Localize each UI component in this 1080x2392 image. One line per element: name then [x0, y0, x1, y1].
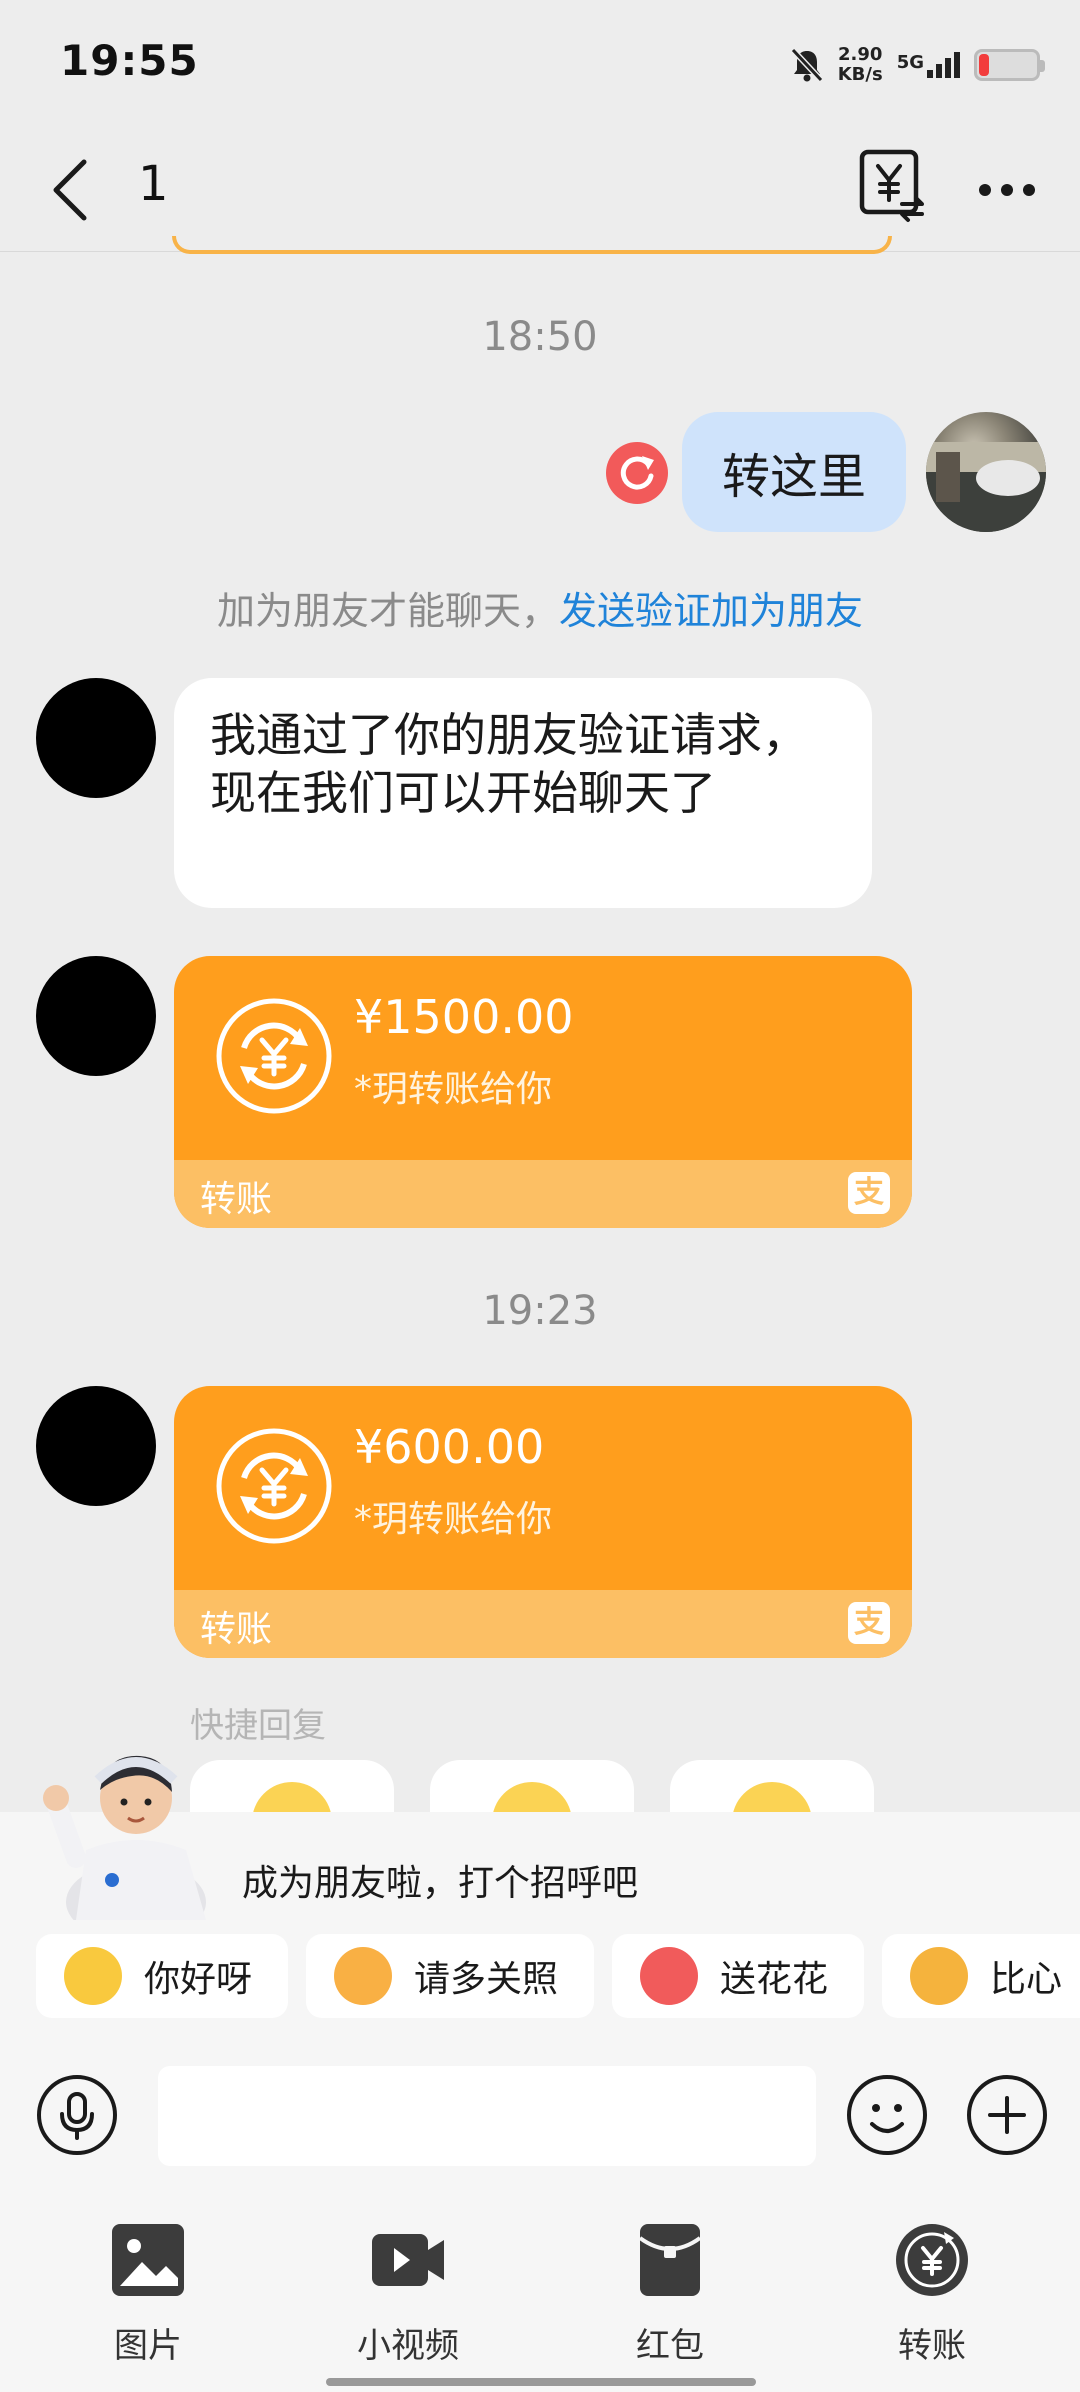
transfer-coin-icon — [216, 998, 332, 1114]
transfer-card[interactable]: ¥1500.00 *玥转账给你 转账 支 — [174, 956, 912, 1228]
greeting-chip-heart[interactable]: 比心 — [882, 1934, 1080, 2018]
timestamp: 19:23 — [482, 1288, 598, 1334]
system-note: 加为朋友才能聊天，发送验证加为朋友 — [0, 580, 1080, 635]
tool-label: 红包 — [636, 2326, 704, 2366]
avatar-photo — [926, 442, 1046, 532]
chip-label: 请多关照 — [414, 1959, 559, 2000]
hug-emoji-icon — [334, 1947, 392, 2005]
chip-label: 你好呀 — [144, 1959, 253, 2000]
back-button[interactable] — [40, 150, 110, 230]
greeting-chip-please-care[interactable]: 请多关照 — [306, 1934, 594, 2018]
more-button[interactable] — [972, 160, 1042, 220]
my-avatar[interactable] — [926, 412, 1046, 532]
plus-icon — [967, 2075, 1047, 2155]
transfer-card-body: ¥1500.00 *玥转账给你 — [174, 956, 912, 1160]
greeting-text: 成为朋友啦，打个招呼吧 — [242, 1863, 639, 1904]
chip-label: 送花花 — [720, 1959, 829, 2000]
finger-heart-emoji-icon — [910, 1947, 968, 2005]
contact-avatar[interactable] — [36, 956, 156, 1076]
transfer-card-footer: 转账 支 — [174, 1160, 912, 1228]
tool-video-button[interactable]: 小视频 — [328, 2220, 488, 2370]
tool-label: 转账 — [898, 2326, 966, 2366]
previous-card-edge — [172, 236, 892, 254]
transfer-card[interactable]: ¥600.00 *玥转账给你 转账 支 — [174, 1386, 912, 1658]
yuan-transfer-icon — [859, 149, 924, 222]
transfer-label: 转账 — [200, 1609, 273, 1650]
timestamp: 18:50 — [482, 314, 598, 360]
refresh-icon — [620, 456, 654, 490]
transfer-coin-icon — [216, 1428, 332, 1544]
more-actions-button[interactable] — [966, 2074, 1048, 2156]
contact-avatar[interactable] — [36, 678, 156, 798]
tool-label: 小视频 — [357, 2326, 459, 2366]
tool-image-button[interactable]: 图片 — [68, 2220, 228, 2370]
network-speed: 2.90 KB/s — [838, 45, 883, 85]
transfer-shortcut-button[interactable] — [856, 144, 928, 234]
flower-emoji-icon — [640, 1947, 698, 2005]
transfer-amount: ¥1500.00 — [354, 990, 574, 1044]
transfer-card-footer: 转账 支 — [174, 1590, 912, 1658]
transfer-label: 转账 — [200, 1179, 273, 1220]
chevron-left-icon — [53, 159, 87, 221]
tool-transfer-button[interactable]: 转账 — [852, 2220, 1012, 2370]
chip-label: 比心 — [990, 1959, 1063, 2000]
transfer-note: *玥转账给你 — [354, 1069, 553, 1110]
alipay-icon: 支 — [848, 1602, 890, 1644]
greeting-chip-hello[interactable]: 你好呀 — [36, 1934, 288, 2018]
chat-title: 1 — [138, 156, 169, 212]
nav-bar: 1 — [0, 130, 1080, 252]
system-note-text: 加为朋友才能聊天， — [216, 589, 559, 633]
transfer-note: *玥转账给你 — [354, 1499, 553, 1540]
voice-button[interactable] — [36, 2074, 118, 2156]
status-icons: 2.90 KB/s 5G — [790, 40, 1045, 90]
home-indicator[interactable] — [326, 2378, 756, 2386]
contact-avatar[interactable] — [36, 1386, 156, 1506]
bell-muted-icon — [790, 47, 823, 83]
alipay-icon: 支 — [848, 1172, 890, 1214]
signal-strength-icon: 5G — [897, 52, 960, 78]
speed-unit: KB/s — [837, 64, 883, 85]
smile-emoji-icon — [64, 1947, 122, 2005]
tool-label: 图片 — [114, 2326, 182, 2366]
quick-reply-card[interactable] — [430, 1760, 634, 1820]
outgoing-message[interactable]: 转这里 — [682, 412, 906, 532]
video-icon — [372, 2234, 444, 2286]
more-dots-icon — [979, 184, 1035, 196]
message-input[interactable] — [158, 2066, 816, 2166]
status-time: 19:55 — [60, 36, 199, 85]
greeting-chip-send-flower[interactable]: 送花花 — [612, 1934, 864, 2018]
battery-icon — [974, 49, 1045, 81]
microphone-icon — [37, 2075, 117, 2155]
smiley-icon — [847, 2075, 927, 2155]
status-bar: 19:55 2.90 KB/s 5G — [0, 0, 1080, 130]
red-packet-icon — [638, 2224, 702, 2296]
incoming-message[interactable]: 我通过了你的朋友验证请求，现在我们可以开始聊天了 — [174, 678, 872, 908]
transfer-card-body: ¥600.00 *玥转账给你 — [174, 1386, 912, 1590]
emoji-button[interactable] — [846, 2074, 928, 2156]
quick-reply-card[interactable] — [670, 1760, 874, 1820]
speed-value: 2.90 — [837, 44, 883, 65]
send-verification-link[interactable]: 发送验证加为朋友 — [559, 589, 863, 633]
image-icon — [112, 2224, 184, 2296]
mascot-waving-icon — [36, 1730, 226, 1942]
transfer-amount: ¥600.00 — [354, 1420, 545, 1474]
tool-red-packet-button[interactable]: 红包 — [590, 2220, 750, 2370]
network-type: 5G — [896, 52, 924, 73]
transfer-icon — [896, 2224, 968, 2296]
resend-button[interactable] — [606, 442, 668, 504]
